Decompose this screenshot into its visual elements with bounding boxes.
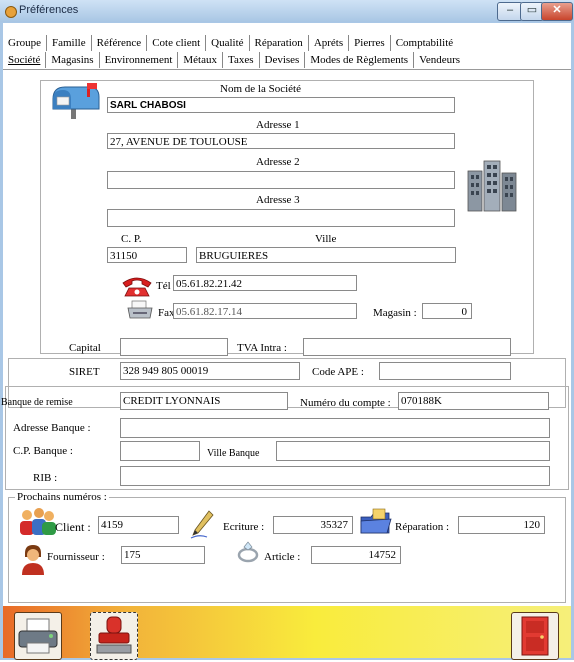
tab-magasins[interactable]: Magasins	[46, 52, 100, 68]
ape-label: Code APE :	[312, 366, 364, 378]
banque-input[interactable]: CREDIT LYONNAIS	[120, 392, 288, 410]
article-label: Article :	[264, 551, 301, 563]
title-bar[interactable]: Préférences – ▭ ✕	[0, 0, 574, 22]
address2-label: Adresse 2	[256, 156, 300, 168]
cp-input[interactable]: 31150	[107, 247, 187, 263]
tab-modes-reglements[interactable]: Modes de Règlements	[305, 52, 415, 68]
client-input[interactable]: 4159	[98, 516, 179, 534]
cp-banque-input[interactable]	[120, 441, 200, 461]
tab-reference[interactable]: Référence	[92, 35, 148, 51]
stamp-button[interactable]	[90, 612, 138, 660]
tab-societe[interactable]: Société	[3, 52, 47, 68]
tab-comptabilite[interactable]: Comptabilité	[391, 35, 458, 51]
fournisseur-input[interactable]: 175	[121, 546, 205, 564]
company-name-input[interactable]: SARL CHABOSI	[107, 97, 455, 113]
address3-input[interactable]	[107, 209, 455, 227]
phone-icon	[122, 277, 152, 297]
ape-input[interactable]	[379, 362, 511, 380]
siret-label: SIRET	[69, 366, 100, 378]
article-input[interactable]: 14752	[311, 546, 401, 564]
tab-taxes[interactable]: Taxes	[223, 52, 260, 68]
address1-label: Adresse 1	[256, 119, 300, 131]
banque-label: Banque de remise	[1, 397, 73, 408]
tab-reparation[interactable]: Réparation	[250, 35, 309, 51]
tva-input[interactable]	[303, 338, 511, 356]
tab-vendeurs[interactable]: Vendeurs	[414, 52, 465, 68]
prochains-numeros-label: Prochains numéros :	[15, 490, 109, 504]
folder-icon	[360, 508, 392, 534]
mailbox-icon	[52, 83, 100, 119]
tab-aprets[interactable]: Apréts	[309, 35, 350, 51]
address2-input[interactable]	[107, 171, 455, 189]
cp-label: C. P.	[121, 233, 142, 245]
printer-icon	[18, 618, 58, 654]
adresse-banque-label: Adresse Banque :	[13, 422, 91, 434]
cp-banque-label: C.P. Banque :	[13, 445, 73, 457]
tab-groupe[interactable]: Groupe	[3, 35, 47, 51]
capital-input[interactable]	[120, 338, 228, 356]
tab-metaux[interactable]: Métaux	[178, 52, 223, 68]
siret-input[interactable]: 328 949 805 00019	[120, 362, 300, 380]
client-area: Groupe Famille Référence Cote client Qua…	[1, 23, 571, 660]
magasin-input[interactable]: 0	[422, 303, 472, 319]
pen-icon	[190, 510, 214, 539]
ecriture-label: Ecriture :	[223, 521, 265, 533]
rib-input[interactable]	[120, 466, 550, 486]
window-title: Préférences	[19, 4, 79, 16]
address3-label: Adresse 3	[256, 194, 300, 206]
tab-famille[interactable]: Famille	[47, 35, 92, 51]
client-label: Client :	[55, 520, 91, 534]
tab-cote-client[interactable]: Cote client	[147, 35, 207, 51]
buildings-icon	[467, 160, 517, 212]
company-name-label: Nom de la Société	[220, 83, 301, 95]
tab-pierres[interactable]: Pierres	[349, 35, 391, 51]
exit-button[interactable]	[511, 612, 559, 660]
address1-input[interactable]: 27, AVENUE DE TOULOUSE	[107, 133, 455, 149]
reparation-input[interactable]: 120	[458, 516, 545, 534]
footer-toolbar	[3, 606, 571, 660]
compte-input[interactable]: 070188K	[398, 392, 549, 410]
ville-banque-input[interactable]	[276, 441, 550, 461]
tab-devises[interactable]: Devises	[260, 52, 306, 68]
stamp-icon	[96, 616, 132, 654]
fax-input[interactable]: 05.61.82.17.14	[173, 303, 357, 319]
tva-label: TVA Intra :	[237, 342, 287, 354]
tab-row-2: Société Magasins Environnement Métaux Ta…	[3, 52, 571, 70]
supplier-icon	[22, 545, 44, 575]
close-button[interactable]: ✕	[541, 2, 573, 21]
magasin-label: Magasin :	[373, 307, 417, 319]
ring-icon	[237, 541, 259, 563]
exit-door-icon	[521, 616, 549, 656]
tab-environnement[interactable]: Environnement	[100, 52, 179, 68]
rib-label: RIB :	[33, 472, 58, 484]
ville-input[interactable]: BRUGUIERES	[196, 247, 456, 263]
compte-label: Numéro du compte :	[300, 397, 391, 409]
ville-banque-label: Ville Banque	[207, 448, 260, 459]
ville-label: Ville	[315, 233, 337, 245]
fax-icon	[127, 300, 153, 319]
reparation-label: Réparation :	[395, 521, 450, 533]
clients-icon	[20, 508, 56, 535]
preferences-window: Préférences – ▭ ✕ Groupe Famille Référen…	[0, 0, 574, 660]
tab-row-1: Groupe Famille Référence Cote client Qua…	[3, 35, 571, 52]
tel-input[interactable]: 05.61.82.21.42	[173, 275, 357, 291]
ecriture-input[interactable]: 35327	[273, 516, 353, 534]
app-icon	[5, 6, 17, 18]
capital-label: Capital	[69, 342, 101, 354]
tab-qualite[interactable]: Qualité	[206, 35, 250, 51]
print-button[interactable]	[14, 612, 62, 660]
fournisseur-label: Fournisseur :	[47, 551, 105, 563]
adresse-banque-input[interactable]	[120, 418, 550, 438]
